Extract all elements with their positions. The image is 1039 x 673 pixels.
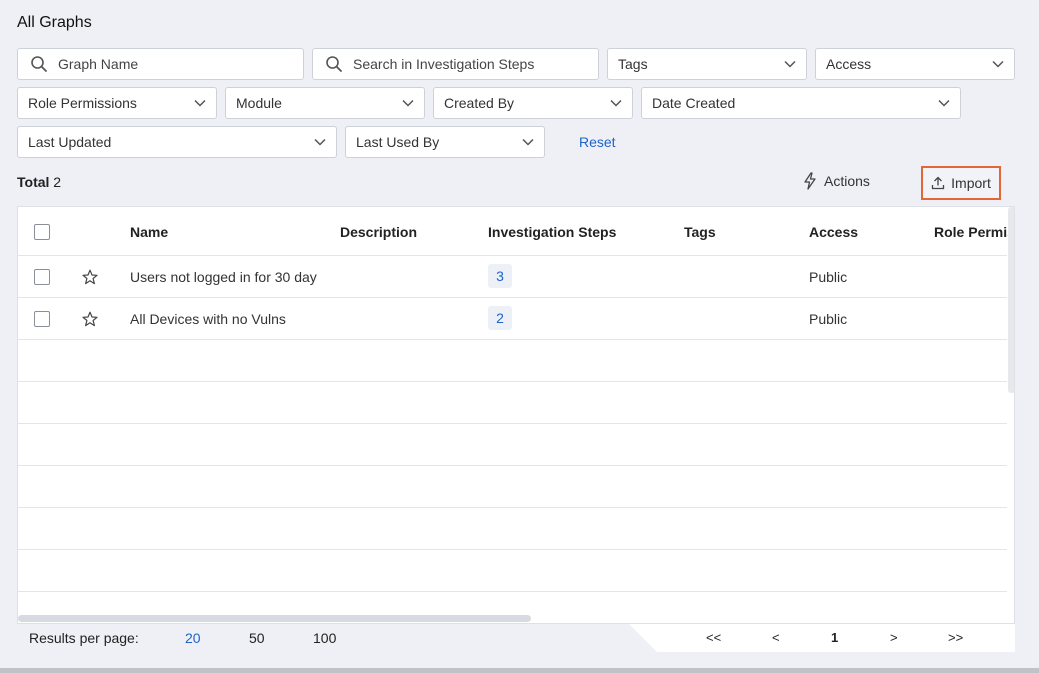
import-label: Import (951, 175, 991, 191)
chevron-down-icon (610, 99, 622, 107)
actions-button[interactable]: Actions (802, 172, 870, 190)
row-name[interactable]: Users not logged in for 30 day (130, 269, 317, 285)
total-count: Total 2 (17, 174, 61, 190)
total-value: 2 (53, 174, 62, 190)
first-page-button[interactable]: << (706, 630, 721, 645)
column-header-access[interactable]: Access (809, 224, 858, 240)
page-size-option-100[interactable]: 100 (313, 630, 336, 646)
empty-row (18, 466, 1007, 508)
module-dropdown-label: Module (236, 95, 282, 111)
date-created-dropdown-label: Date Created (652, 95, 736, 111)
role-permissions-dropdown-label: Role Permissions (28, 95, 137, 111)
chevron-down-icon (522, 138, 534, 146)
import-button[interactable]: Import (921, 166, 1001, 200)
graph-name-search-input[interactable]: Graph Name (17, 48, 304, 80)
last-page-button[interactable]: >> (948, 630, 963, 645)
investigation-steps-search-input[interactable]: Search in Investigation Steps (312, 48, 599, 80)
search-icon (326, 56, 342, 72)
graphs-table: Name Description Investigation Steps Tag… (17, 206, 1015, 624)
last-used-by-dropdown[interactable]: Last Used By (345, 126, 545, 158)
investigation-steps-placeholder: Search in Investigation Steps (353, 56, 535, 72)
current-page[interactable]: 1 (831, 630, 838, 645)
date-created-dropdown[interactable]: Date Created (641, 87, 961, 119)
star-icon[interactable] (82, 311, 98, 327)
created-by-dropdown[interactable]: Created By (433, 87, 633, 119)
horizontal-scrollbar[interactable] (18, 615, 531, 622)
select-all-checkbox[interactable] (34, 224, 50, 240)
upload-icon (932, 176, 945, 190)
empty-row (18, 340, 1007, 382)
investigation-steps-badge[interactable]: 3 (488, 264, 512, 288)
actions-label: Actions (824, 173, 870, 189)
access-dropdown[interactable]: Access (815, 48, 1015, 80)
created-by-dropdown-label: Created By (444, 95, 515, 111)
table-header: Name Description Investigation Steps Tag… (18, 207, 1014, 256)
empty-row (18, 508, 1007, 550)
chevron-down-icon (784, 60, 796, 68)
column-header-description[interactable]: Description (340, 224, 417, 240)
reset-link[interactable]: Reset (579, 134, 616, 150)
next-page-button[interactable]: > (890, 630, 898, 645)
star-icon[interactable] (82, 269, 98, 285)
row-checkbox[interactable] (34, 269, 50, 285)
role-permissions-dropdown[interactable]: Role Permissions (17, 87, 217, 119)
column-header-role-permissions[interactable]: Role Permis (934, 224, 1014, 240)
row-name[interactable]: All Devices with no Vulns (130, 311, 286, 327)
column-header-tags[interactable]: Tags (684, 224, 716, 240)
graph-name-placeholder: Graph Name (58, 56, 139, 72)
empty-row (18, 424, 1007, 466)
chevron-down-icon (314, 138, 326, 146)
column-header-name[interactable]: Name (130, 224, 168, 240)
row-access: Public (809, 311, 848, 327)
page-title: All Graphs (17, 14, 92, 31)
total-label: Total (17, 174, 50, 190)
row-access: Public (809, 269, 848, 285)
tags-dropdown[interactable]: Tags (607, 48, 807, 80)
table-footer: Results per page: 20 50 100 << < 1 > >> (17, 624, 1015, 652)
table-row[interactable]: All Devices with no Vulns 2 Public (18, 298, 1007, 340)
search-icon (31, 56, 47, 72)
previous-page-button[interactable]: < (772, 630, 780, 645)
last-updated-dropdown[interactable]: Last Updated (17, 126, 337, 158)
module-dropdown[interactable]: Module (225, 87, 425, 119)
tags-dropdown-label: Tags (618, 56, 648, 72)
page-size-option-20[interactable]: 20 (185, 630, 201, 646)
lightning-icon (804, 172, 816, 190)
table-row[interactable]: Users not logged in for 30 day 3 Public (18, 256, 1007, 298)
window-bottom-edge (0, 668, 1039, 673)
empty-row (18, 382, 1007, 424)
chevron-down-icon (402, 99, 414, 107)
last-updated-dropdown-label: Last Updated (28, 134, 112, 150)
empty-row (18, 550, 1007, 592)
chevron-down-icon (992, 60, 1004, 68)
investigation-steps-badge[interactable]: 2 (488, 306, 512, 330)
row-checkbox[interactable] (34, 311, 50, 327)
page-size-option-50[interactable]: 50 (249, 630, 265, 646)
access-dropdown-label: Access (826, 56, 872, 72)
vertical-scrollbar[interactable] (1008, 207, 1014, 393)
chevron-down-icon (194, 99, 206, 107)
results-per-page-label: Results per page: (29, 630, 139, 646)
last-used-by-dropdown-label: Last Used By (356, 134, 440, 150)
column-header-investigation-steps[interactable]: Investigation Steps (488, 224, 616, 240)
chevron-down-icon (938, 99, 950, 107)
